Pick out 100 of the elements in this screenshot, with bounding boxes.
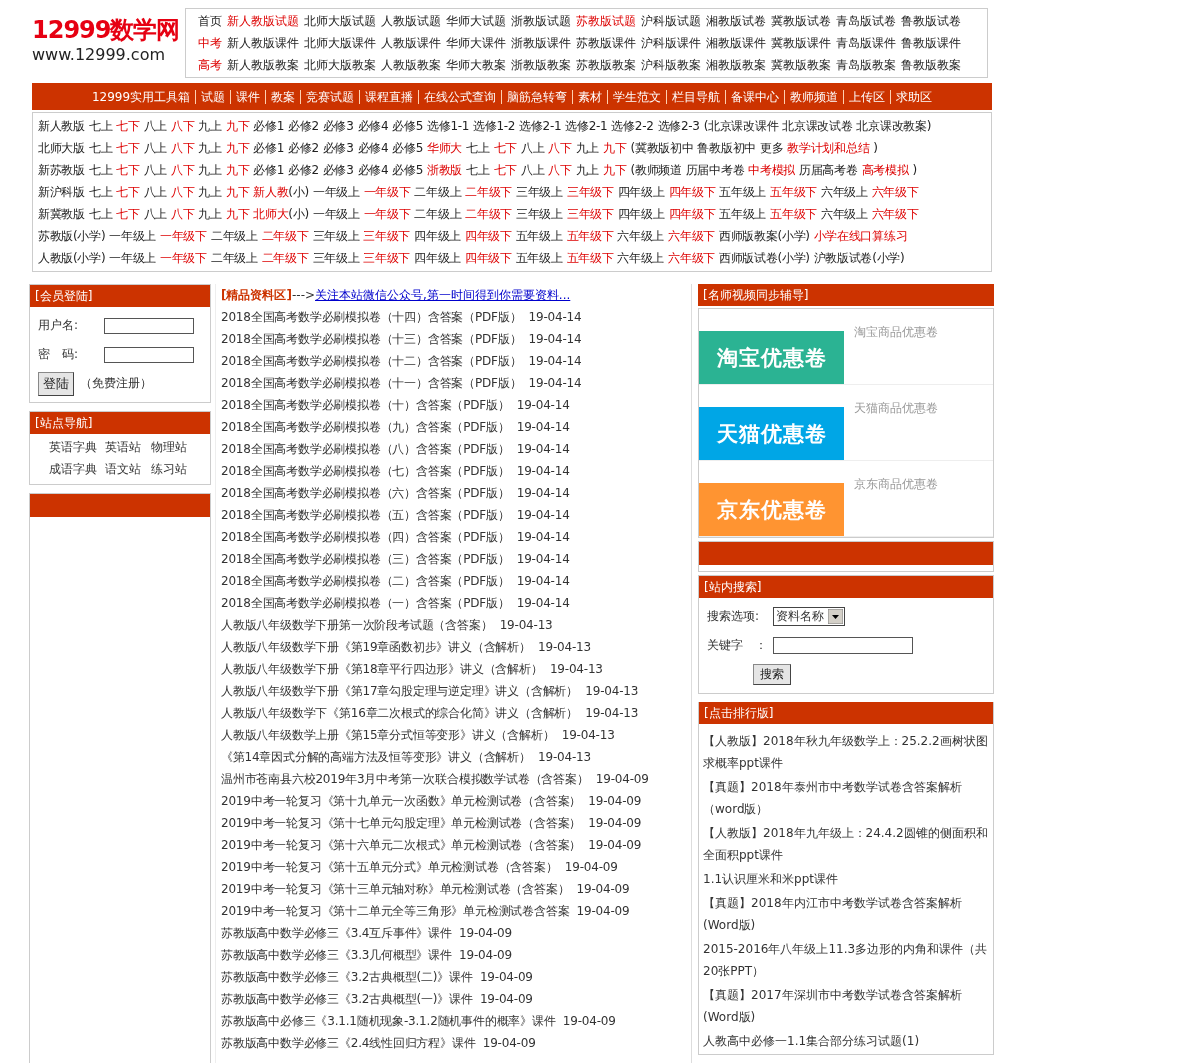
grade-link[interactable]: 一年级下 [363,181,411,203]
grade-link[interactable]: 七上 [88,181,113,203]
grade-link[interactable]: 必修5 [392,159,423,181]
ranking-link[interactable]: 1.1认识厘米和米ppt课件 [703,868,989,890]
grade-link[interactable]: (冀教版初中 [630,137,694,159]
grade-link[interactable]: 八上 [143,181,168,203]
article-link[interactable]: 2018全国高考数学必刷模拟卷（四）含答案（PDF版） 19-04-14 [221,526,691,548]
ranking-link[interactable]: 【真题】2018年内江市中考数学试卷含答案解析(Word版) [703,892,989,936]
grade-link[interactable]: 九下 [225,115,250,137]
top-link[interactable]: 新人教版试题 [227,10,299,32]
top-link[interactable]: 北师大版试题 [304,10,376,32]
grade-link[interactable]: 必修1 [253,159,284,181]
site-link[interactable]: 英语站 [105,436,151,458]
top-link[interactable]: 湘教版试卷 [706,10,766,32]
grade-link[interactable]: 四年级上 [617,203,665,225]
grade-link[interactable]: 历届高考卷 [799,159,858,181]
grade-link[interactable]: 历届中考卷 [685,159,745,181]
grade-link[interactable]: 六年级下 [871,203,919,225]
article-link[interactable]: 2019中考一轮复习《第十七单元勾股定理》单元检测试卷（含答案） 19-04-09 [221,812,691,834]
grade-link[interactable]: 必修4 [357,137,389,159]
top-link[interactable]: 湘教版课件 [706,32,766,54]
grade-link[interactable]: 八下 [171,203,195,225]
grade-link[interactable]: 七下 [493,159,517,181]
article-link[interactable]: 2018全国高考数学必刷模拟卷（八）含答案（PDF版） 19-04-14 [221,438,691,460]
grade-link[interactable]: 新沪科版 [38,181,85,203]
grade-link[interactable]: 必修3 [322,115,354,137]
nav-link[interactable]: 12999实用工具箱 [86,89,196,104]
article-link[interactable]: 人教版八年级数学下册《第17章勾股定理与逆定理》讲义（含解析） 19-04-13 [221,680,691,702]
grade-link[interactable]: 新冀教版 [38,203,85,225]
article-link[interactable]: 苏教版高中数学必修三《3.2古典概型(二)》课件 19-04-09 [221,966,691,988]
grade-link[interactable]: 七上 [88,137,113,159]
nav-link[interactable]: 课程直播 [359,89,419,104]
grade-link[interactable]: 选修2-1 [519,115,562,137]
grade-link[interactable]: 必修5 [392,137,423,159]
grade-link[interactable]: 八上 [143,115,168,137]
top-link[interactable]: 苏教版试题 [576,10,636,32]
grade-link[interactable]: 二年级下 [261,225,309,247]
top-link[interactable]: 高考 [198,54,222,76]
wechat-notice-link[interactable]: 关注本站微信公众号,第一时间得到你需要资料... [315,288,571,302]
article-link[interactable]: 苏教版高中数学必修三《2.4线性回归方程》课件 19-04-09 [221,1032,691,1054]
top-link[interactable]: 青岛版课件 [836,32,896,54]
article-link[interactable]: 人教版八年级数学下册第一次阶段考试题（含答案） 19-04-13 [221,614,691,636]
grade-link[interactable]: 新人教(小) [253,181,309,203]
article-link[interactable]: 2019中考一轮复习《第十五单元分式》单元检测试卷（含答案） 19-04-09 [221,856,691,878]
grade-link[interactable]: 五年级下 [770,181,817,203]
grade-link[interactable]: 二年级上 [414,181,462,203]
grade-link[interactable]: 七上 [88,159,113,181]
grade-link[interactable]: 人教版(小学) [38,247,106,269]
grade-link[interactable]: 三年级下 [363,225,411,247]
grade-link[interactable]: 六年级下 [668,225,715,247]
grade-link[interactable]: 八下 [548,137,572,159]
top-link[interactable]: 浙教版课件 [511,32,571,54]
grade-link[interactable]: 六年级下 [871,181,919,203]
grade-link[interactable]: 五年级下 [566,225,614,247]
grade-link[interactable]: 必修4 [357,115,389,137]
article-link[interactable]: 2018全国高考数学必刷模拟卷（九）含答案（PDF版） 19-04-14 [221,416,691,438]
grade-link[interactable]: 四年级上 [414,225,461,247]
grade-link[interactable]: 三年级下 [566,203,614,225]
grade-link[interactable]: 七下 [493,137,517,159]
grade-link[interactable]: (教师频道 [630,159,682,181]
username-field[interactable] [104,317,194,334]
site-logo[interactable]: 12999数学网 [32,14,180,46]
grade-link[interactable]: 必修3 [322,159,354,181]
nav-link[interactable]: 学生范文 [607,89,667,104]
nav-link[interactable]: 在线公式查询 [418,89,502,104]
grade-link[interactable]: 三年级上 [516,203,563,225]
top-link[interactable]: 华师大课件 [446,32,506,54]
ranking-link[interactable]: 【真题】2018年泰州市中考数学试卷含答案解析（word版） [703,776,989,820]
grade-link[interactable]: 一年级下 [160,247,207,269]
grade-link[interactable]: 九下 [603,159,627,181]
grade-link[interactable]: 北师大版 [38,137,85,159]
ranking-link[interactable]: 【人教版】2018年秋九年级数学上：25.2.2画树状图求概率ppt课件 [703,730,989,774]
article-link[interactable]: 2018全国高考数学必刷模拟卷（七）含答案（PDF版） 19-04-14 [221,460,691,482]
grade-link[interactable]: 小学在线口算练习 [813,225,908,247]
grade-link[interactable]: 九上 [198,159,222,181]
grade-link[interactable]: 七下 [116,181,140,203]
grade-link[interactable]: 三年级上 [312,247,360,269]
grade-link[interactable]: 六年级上 [617,225,665,247]
grade-link[interactable]: 四年级上 [617,181,665,203]
grade-link[interactable]: 七下 [116,115,140,137]
grade-link[interactable]: 六年级上 [617,247,665,269]
grade-link[interactable]: 浙教版 [427,159,463,181]
nav-link[interactable]: 备课中心 [725,89,785,104]
site-link[interactable]: 物理站 [151,436,199,458]
article-link[interactable]: 2018全国高考数学必刷模拟卷（十一）含答案（PDF版） 19-04-14 [221,372,691,394]
top-link[interactable]: 冀教版课件 [771,32,831,54]
grade-link[interactable]: 一年级上 [109,225,157,247]
grade-link[interactable]: 选修1-2 [473,115,516,137]
article-link[interactable]: 2019中考一轮复习《第十二单元全等三角形》单元检测试卷含答案 19-04-09 [221,900,691,922]
nav-link[interactable]: 素材 [572,89,608,104]
grade-link[interactable]: 九上 [198,203,222,225]
article-link[interactable]: 苏教版高中必修三《3.1.1随机现象-3.1.2随机事件的概率》课件 19-04-09 [221,1010,691,1032]
grade-link[interactable]: 必修4 [357,159,389,181]
grade-link[interactable]: 九上 [198,137,222,159]
article-link[interactable]: 人教版八年级数学下《第16章二次根式的综合化简》讲义（含解析） 19-04-13 [221,702,691,724]
grade-link[interactable]: 二年级下 [465,181,513,203]
search-button[interactable]: 搜索 [753,664,791,685]
site-link[interactable]: 练习站 [151,458,199,480]
nav-link[interactable]: 试题 [195,89,231,104]
grade-link[interactable]: 选修2-2 [611,115,654,137]
